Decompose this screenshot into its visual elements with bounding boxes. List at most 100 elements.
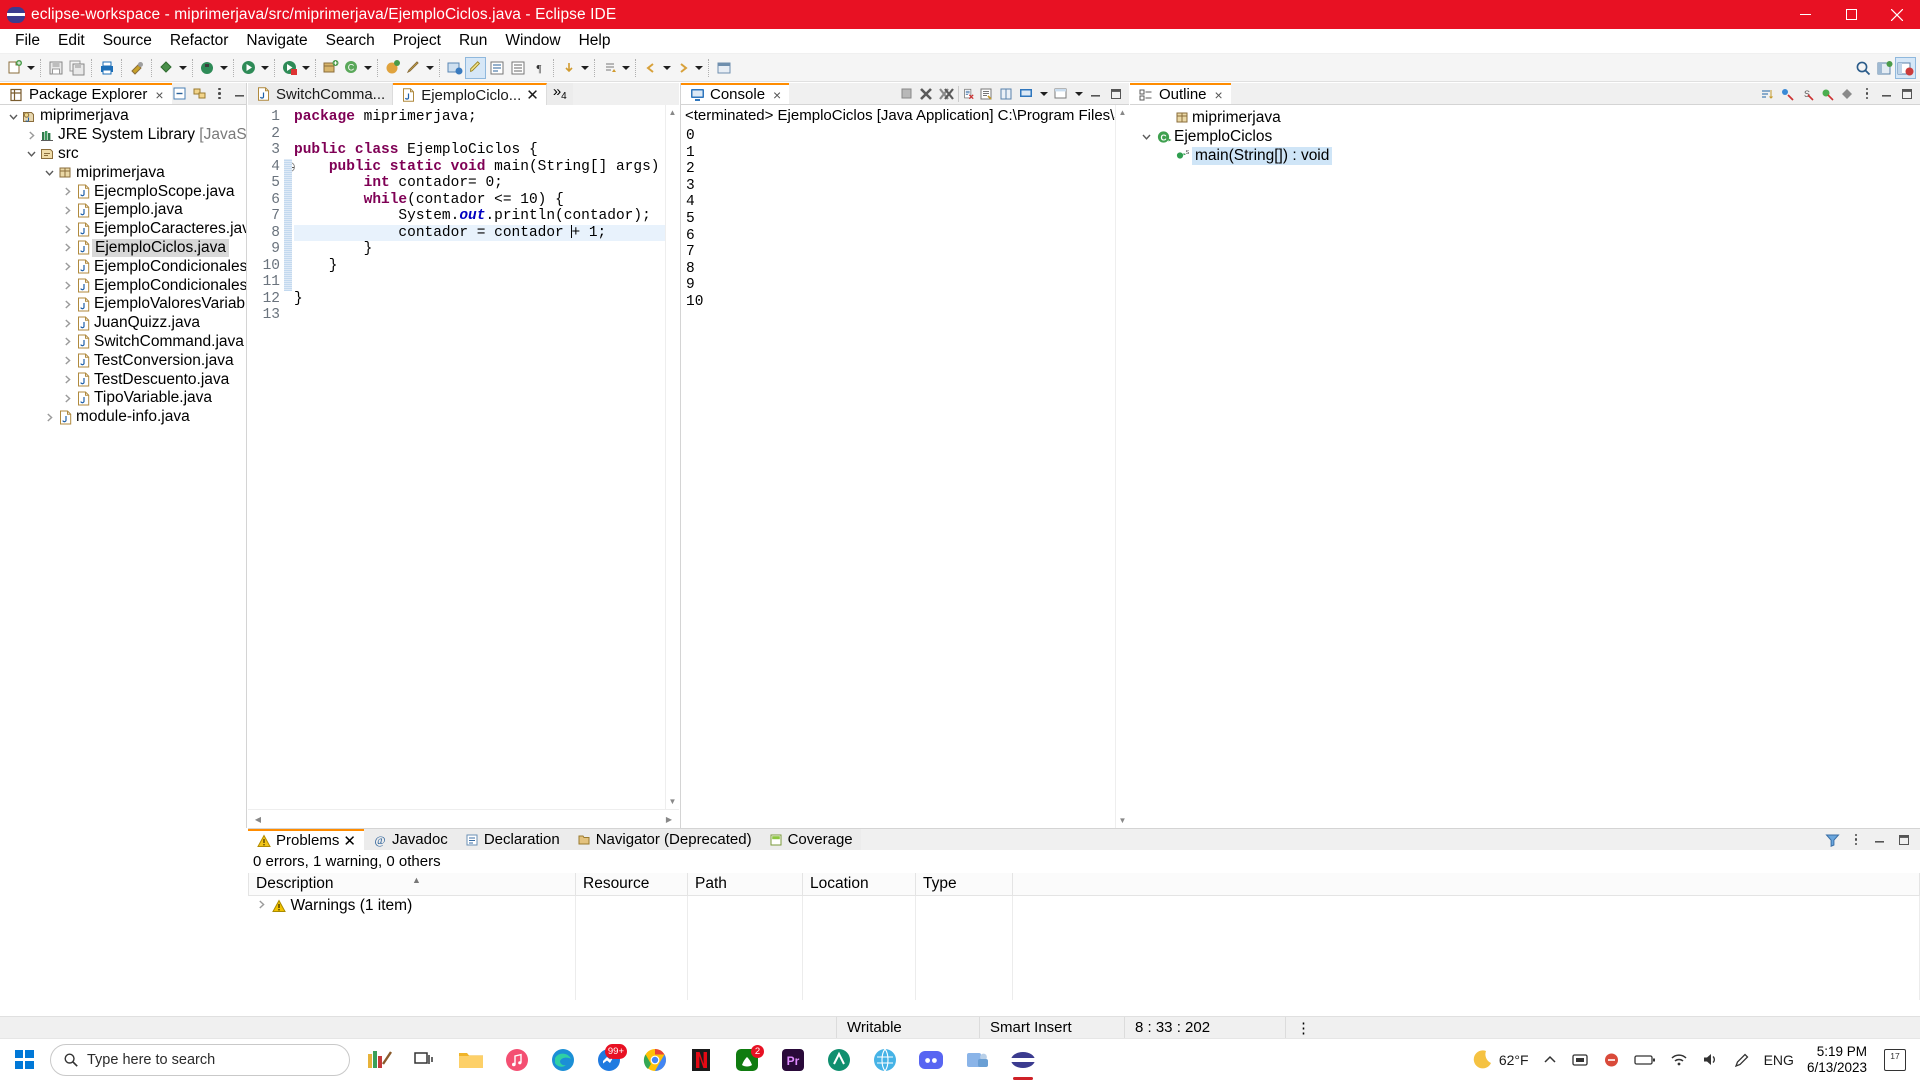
java-perspective-icon[interactable] (444, 57, 465, 79)
column-path[interactable]: Path (687, 873, 803, 896)
quick-access-search-icon[interactable] (1853, 57, 1874, 79)
editor-tab-switchcommand[interactable]: SwitchComma... (248, 83, 394, 105)
menu-file[interactable]: File (6, 30, 49, 52)
view-menu-icon[interactable] (212, 86, 228, 102)
menu-source[interactable]: Source (94, 30, 161, 52)
save-all-icon[interactable] (66, 57, 87, 79)
hide-static-icon[interactable]: S (1799, 86, 1815, 102)
tree-item-src[interactable]: src (0, 145, 246, 164)
chevron-right-icon[interactable] (60, 242, 75, 253)
editor-tab-overflow[interactable]: » 4 (546, 83, 573, 105)
debug-icon[interactable] (197, 57, 218, 79)
chevron-right-icon[interactable] (60, 186, 75, 197)
chevron-right-icon[interactable] (60, 224, 75, 235)
wifi-icon[interactable] (1663, 1039, 1695, 1080)
show-hidden-icons-button[interactable] (1536, 1039, 1564, 1080)
menu-refactor[interactable]: Refactor (161, 30, 238, 52)
pen-icon[interactable] (1727, 1039, 1757, 1080)
previous-annotation-dropdown-icon[interactable] (579, 57, 590, 79)
minimize-button[interactable] (1782, 0, 1828, 29)
clock-widget[interactable]: 5:19 PM 6/13/2023 (1801, 1044, 1877, 1075)
code-line[interactable]: while(contador <= 10) { (294, 192, 665, 209)
tab-navigator[interactable]: Navigator (Deprecated) (567, 829, 760, 850)
chevron-right-icon[interactable] (42, 412, 57, 423)
status-resize-handle[interactable]: ⋮ (1286, 1017, 1321, 1039)
tree-item-miprimerjava[interactable]: miprimerjava (0, 163, 246, 182)
tree-item-ejemplocaracteres-java[interactable]: EjemploCaracteres.java (0, 220, 246, 239)
column-description[interactable]: ▲ Description (248, 873, 576, 896)
console-output[interactable]: 0 1 2 3 4 5 6 7 8 9 10 (681, 128, 1113, 809)
tree-item-testconversion-java[interactable]: TestConversion.java (0, 351, 246, 370)
chevron-right-icon[interactable] (24, 130, 39, 141)
outline-item-ejemplociclos[interactable]: C EjemploCiclos (1130, 127, 1920, 146)
tree-item-switchcommand-java[interactable]: SwitchCommand.java (0, 333, 246, 352)
tray-app-icon[interactable] (1596, 1039, 1627, 1080)
toggle-breadcrumb-icon[interactable] (486, 57, 507, 79)
hide-local-icon[interactable] (1839, 86, 1855, 102)
tab-javadoc[interactable]: @ Javadoc (363, 829, 456, 850)
forward-icon[interactable] (672, 57, 693, 79)
display-selected-console-icon[interactable] (1018, 86, 1034, 102)
tab-coverage[interactable]: Coverage (759, 829, 861, 850)
build-icon[interactable] (126, 57, 147, 79)
view-menu-icon[interactable] (1859, 86, 1875, 102)
scroll-up-icon[interactable]: ▲ (1116, 105, 1130, 120)
open-console-icon[interactable] (1053, 86, 1069, 102)
chevron-right-icon[interactable] (60, 393, 75, 404)
run-icon[interactable] (238, 57, 259, 79)
tree-item-miprimerjava[interactable]: miprimerjava (0, 107, 246, 126)
chevron-right-icon[interactable] (60, 318, 75, 329)
outline-item-miprimerjava[interactable]: miprimerjava (1130, 108, 1920, 127)
chevron-right-icon[interactable] (60, 280, 75, 291)
pin-editor-icon[interactable] (713, 57, 734, 79)
chevron-down-icon[interactable] (6, 111, 21, 122)
scroll-down-icon[interactable]: ▼ (666, 794, 680, 809)
debug-dropdown-icon[interactable] (218, 57, 229, 79)
minimize-view-icon[interactable] (1879, 86, 1895, 102)
forward-dropdown-icon[interactable] (693, 57, 704, 79)
menu-help[interactable]: Help (570, 30, 620, 52)
teams-icon[interactable] (956, 1039, 998, 1080)
volume-icon[interactable] (1695, 1039, 1727, 1080)
sort-icon[interactable] (1759, 86, 1775, 102)
show-whitespace-icon[interactable] (507, 57, 528, 79)
menu-navigate[interactable]: Navigate (237, 30, 316, 52)
tree-item-ejecmploscope-java[interactable]: EjecmploScope.java (0, 182, 246, 201)
onedrive-icon[interactable] (1564, 1039, 1596, 1080)
code-line[interactable]: public static void main(String[] args) { (294, 159, 665, 176)
console-vertical-scrollbar[interactable]: ▲ ▼ (1115, 105, 1129, 828)
open-type-dropdown-icon[interactable] (362, 57, 373, 79)
java-perspective-button[interactable] (1895, 57, 1916, 79)
chevron-right-icon[interactable] (60, 355, 75, 366)
tree-item-ejemplovaloresvariables-java[interactable]: EjemploValoresVariables.java (0, 295, 246, 314)
pinned-misc-icon[interactable] (358, 1039, 400, 1080)
new-wizard-dropdown-icon[interactable] (25, 57, 36, 79)
discord-icon[interactable] (910, 1039, 952, 1080)
tree-item-juanquizz-java[interactable]: JuanQuizz.java (0, 314, 246, 333)
coverage-icon[interactable] (279, 57, 300, 79)
column-resource[interactable]: Resource (575, 873, 688, 896)
back-icon[interactable] (640, 57, 661, 79)
print-icon[interactable] (96, 57, 117, 79)
code-line[interactable] (294, 274, 665, 291)
remove-launch-icon[interactable] (918, 86, 934, 102)
maximize-view-icon[interactable] (1896, 832, 1912, 848)
weather-widget[interactable]: 62°F (1464, 1039, 1536, 1080)
itunes-icon[interactable] (496, 1039, 538, 1080)
code-line[interactable]: System.out.println(contador); (294, 208, 665, 225)
editor-vertical-scrollbar[interactable]: ▲ ▼ (665, 105, 679, 809)
close-button[interactable] (1874, 0, 1920, 29)
code-line[interactable]: } (294, 241, 665, 258)
code-line[interactable]: public class EjemploCiclos { (294, 142, 665, 159)
coverage-dropdown-icon[interactable] (300, 57, 311, 79)
pilcrow-icon[interactable]: ¶ (528, 57, 549, 79)
outline-item-main-string-void[interactable]: Smain(String[]) : void (1130, 146, 1920, 165)
open-type-icon[interactable]: C (341, 57, 362, 79)
console-display-dropdown-icon[interactable] (1038, 83, 1049, 105)
next-annotation-dropdown-icon[interactable] (620, 57, 631, 79)
tree-item-module-info-java[interactable]: module-info.java (0, 408, 246, 427)
table-row[interactable]: Warnings (1 item) (248, 895, 1920, 916)
premiere-icon[interactable]: Pr (772, 1039, 814, 1080)
chevron-right-icon[interactable] (60, 205, 75, 216)
task-view-icon[interactable] (404, 1039, 446, 1080)
